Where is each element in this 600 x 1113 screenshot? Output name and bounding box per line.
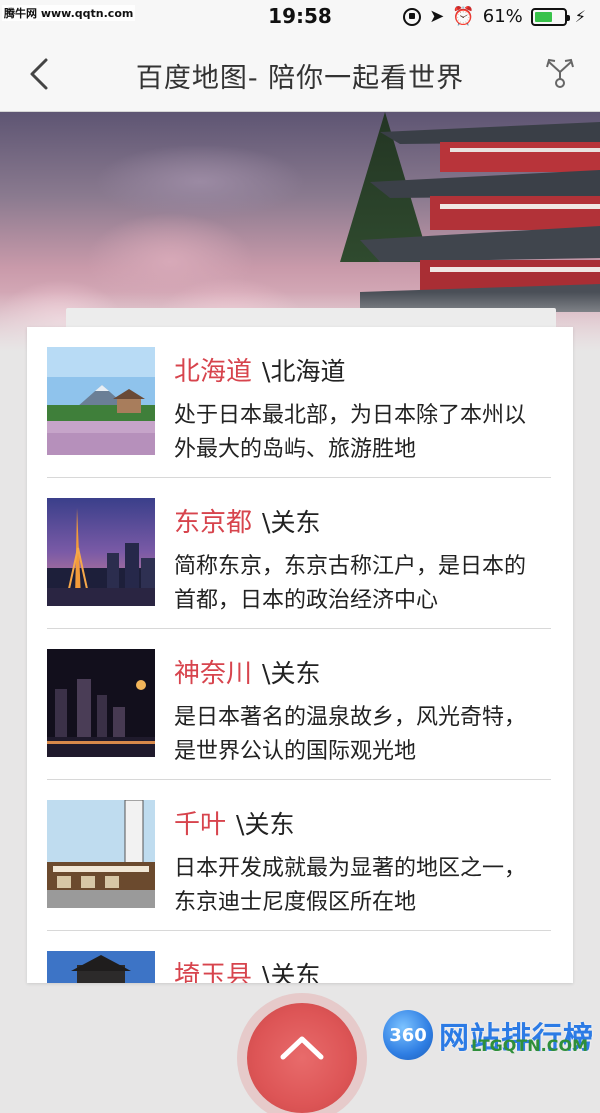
thumbnail-hokkaido	[47, 347, 155, 455]
chevron-up-icon	[280, 1036, 324, 1060]
watermark-sub: LTGQTN.COM	[471, 1036, 588, 1055]
list-item[interactable]: 埼玉县 \关东	[47, 931, 551, 983]
item-description: 是日本著名的温泉故乡，风光奇特，是世界公认的国际观光地	[174, 705, 527, 764]
location-arrow-icon: ➤	[429, 6, 445, 27]
status-icons: ➤ ⏰ 61% ⚡	[403, 6, 586, 27]
alarm-icon: ⏰	[452, 6, 475, 27]
item-region: \关东	[262, 961, 321, 983]
thumbnail-tokyo	[47, 498, 155, 606]
thumbnail-chiba	[47, 800, 155, 908]
watermark-top: 腾牛网 www.qqtn.com	[2, 5, 136, 21]
share-icon	[546, 58, 574, 88]
battery-level	[534, 11, 552, 22]
watermark-360-logo: 360	[383, 1010, 433, 1060]
item-region: \北海道	[262, 357, 346, 386]
thumbnail-saitama	[47, 951, 155, 983]
share-button[interactable]	[544, 56, 576, 90]
item-title: 北海道 \北海道	[174, 351, 345, 388]
item-region: \关东	[262, 659, 321, 688]
item-name[interactable]: 千叶	[174, 810, 226, 840]
page-title: 百度地图- 陪你一起看世界	[135, 63, 465, 94]
item-region: \关东	[262, 508, 321, 537]
item-title: 神奈川 \关东	[174, 653, 320, 690]
region-list: 北海道 \北海道 处于日本最北部，为日本除了本州以外最大的岛屿、旅游胜地 东京都	[27, 327, 573, 983]
orientation-lock-icon	[403, 7, 422, 26]
battery-percent: 61%	[482, 6, 523, 27]
scroll-up-button[interactable]	[247, 1003, 357, 1113]
nav-bar: 百度地图- 陪你一起看世界	[0, 36, 600, 112]
item-name[interactable]: 神奈川	[174, 659, 252, 689]
item-title: 千叶 \关东	[174, 804, 294, 841]
item-description: 处于日本最北部，为日本除了本州以外最大的岛屿、旅游胜地	[174, 403, 527, 462]
thumbnail-kanagawa	[47, 649, 155, 757]
charging-bolt-icon: ⚡	[574, 7, 586, 26]
list-item[interactable]: 北海道 \北海道 处于日本最北部，为日本除了本州以外最大的岛屿、旅游胜地	[47, 327, 551, 478]
item-description: 简称东京，东京古称江户，是日本的首都，日本的政治经济中心	[174, 554, 527, 613]
item-name[interactable]: 东京都	[174, 508, 252, 538]
item-region: \关东	[236, 810, 295, 839]
item-description: 日本开发成就最为显著的地区之一，东京迪士尼度假区所在地	[174, 856, 527, 915]
item-name[interactable]: 埼玉县	[174, 961, 252, 983]
list-item[interactable]: 千叶 \关东 日本开发成就最为显著的地区之一，东京迪士尼度假区所在地	[47, 780, 551, 931]
pagoda-illustration	[360, 122, 600, 312]
list-item[interactable]: 东京都 \关东 简称东京，东京古称江户，是日本的首都，日本的政治经济中心	[47, 478, 551, 629]
battery-icon	[530, 7, 570, 26]
item-name[interactable]: 北海道	[174, 357, 252, 387]
list-item[interactable]: 神奈川 \关东 是日本著名的温泉故乡，风光奇特，是世界公认的国际观光地	[47, 629, 551, 780]
item-title: 东京都 \关东	[174, 502, 320, 539]
item-title: 埼玉县 \关东	[174, 955, 320, 983]
